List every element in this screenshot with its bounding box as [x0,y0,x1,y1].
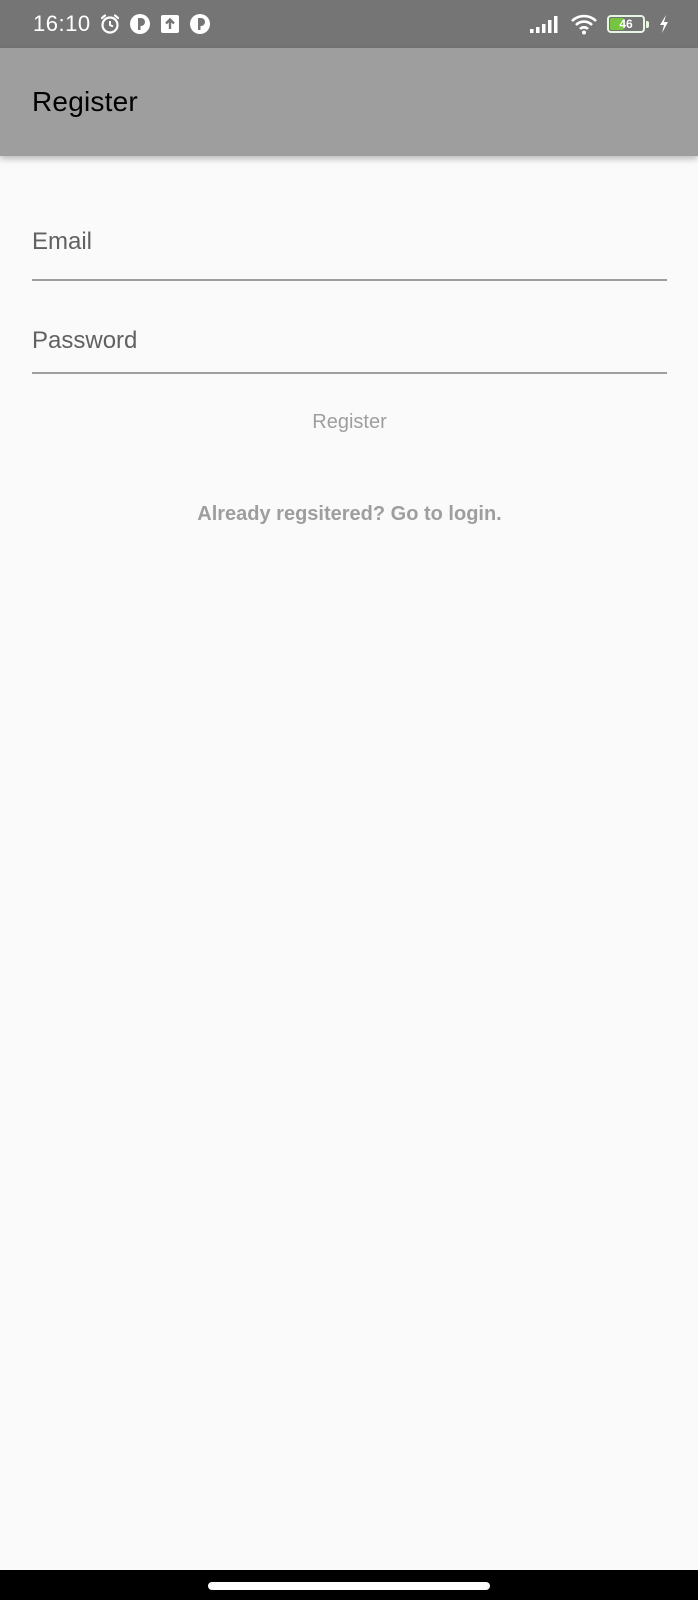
status-bar: 16:10 46 [0,0,698,48]
alarm-icon [99,13,121,35]
go-to-login-link[interactable]: Already regsitered? Go to login. [197,500,502,528]
battery-icon: 46 [607,15,649,33]
app-bar: Register [0,48,698,156]
app-notification-icon [189,13,211,35]
home-gesture-handle[interactable] [208,1582,490,1590]
app-notification-icon [129,13,151,35]
upload-icon [159,13,181,35]
email-field-container [32,201,667,281]
register-button[interactable]: Register [312,408,386,436]
battery-tip [646,20,649,28]
email-field[interactable] [32,225,667,259]
battery-body: 46 [607,15,645,33]
password-field-container [32,281,667,374]
wifi-icon [570,13,598,35]
status-left: 16:10 [33,11,211,37]
register-screen: 16:10 46 Register Email Register Already… [0,0,698,1600]
signal-icon [529,14,561,34]
password-field[interactable] [32,324,667,358]
register-form: Register Already regsitered? Go to login… [32,156,667,528]
navigation-bar [0,1570,698,1600]
page-title: Register [32,86,138,117]
battery-level: 46 [619,17,633,31]
status-right: 46 [529,13,670,35]
charging-icon [658,14,670,34]
status-time: 16:10 [33,11,91,36]
